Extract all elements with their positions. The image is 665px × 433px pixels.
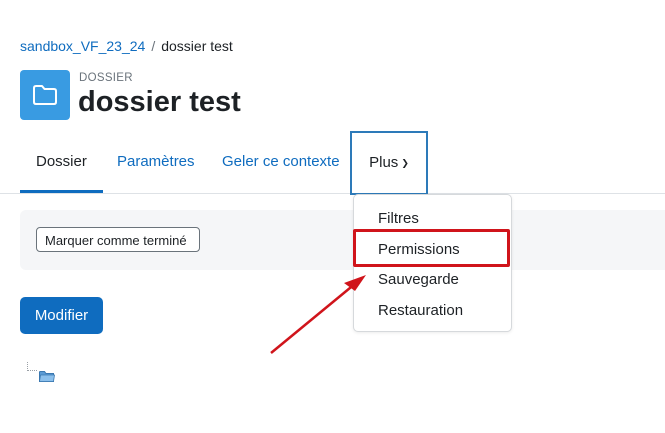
folder-icon (20, 70, 70, 120)
annotation-highlight-box (353, 229, 510, 267)
modify-button[interactable]: Modifier (20, 297, 103, 334)
folder-tree-icon[interactable] (39, 370, 55, 388)
page-subtitle: DOSSIER (79, 72, 133, 84)
breadcrumb: sandbox_VF_23_24 / dossier test (20, 38, 233, 54)
menu-item-filtres[interactable]: Filtres (378, 210, 419, 227)
page-title: dossier test (78, 86, 241, 118)
menu-item-restauration[interactable]: Restauration (378, 302, 463, 319)
tree-connector (27, 362, 37, 371)
tab-dossier[interactable]: Dossier (20, 131, 103, 193)
breadcrumb-course-link[interactable]: sandbox_VF_23_24 (20, 38, 145, 54)
tab-geler-contexte[interactable]: Geler ce contexte (222, 131, 340, 193)
mark-as-done-button[interactable]: Marquer comme terminé (36, 227, 200, 252)
secondary-navigation: Dossier Paramètres Geler ce contexte Plu… (0, 131, 665, 195)
tab-plus-label: Plus (369, 154, 399, 171)
tab-plus[interactable]: Plus ❯ (350, 131, 428, 195)
breadcrumb-current: dossier test (161, 38, 233, 54)
breadcrumb-separator: / (151, 38, 156, 54)
chevron-down-icon: ❯ (401, 158, 409, 168)
menu-item-sauvegarde[interactable]: Sauvegarde (378, 271, 459, 288)
tab-parametres[interactable]: Paramètres (117, 131, 195, 193)
